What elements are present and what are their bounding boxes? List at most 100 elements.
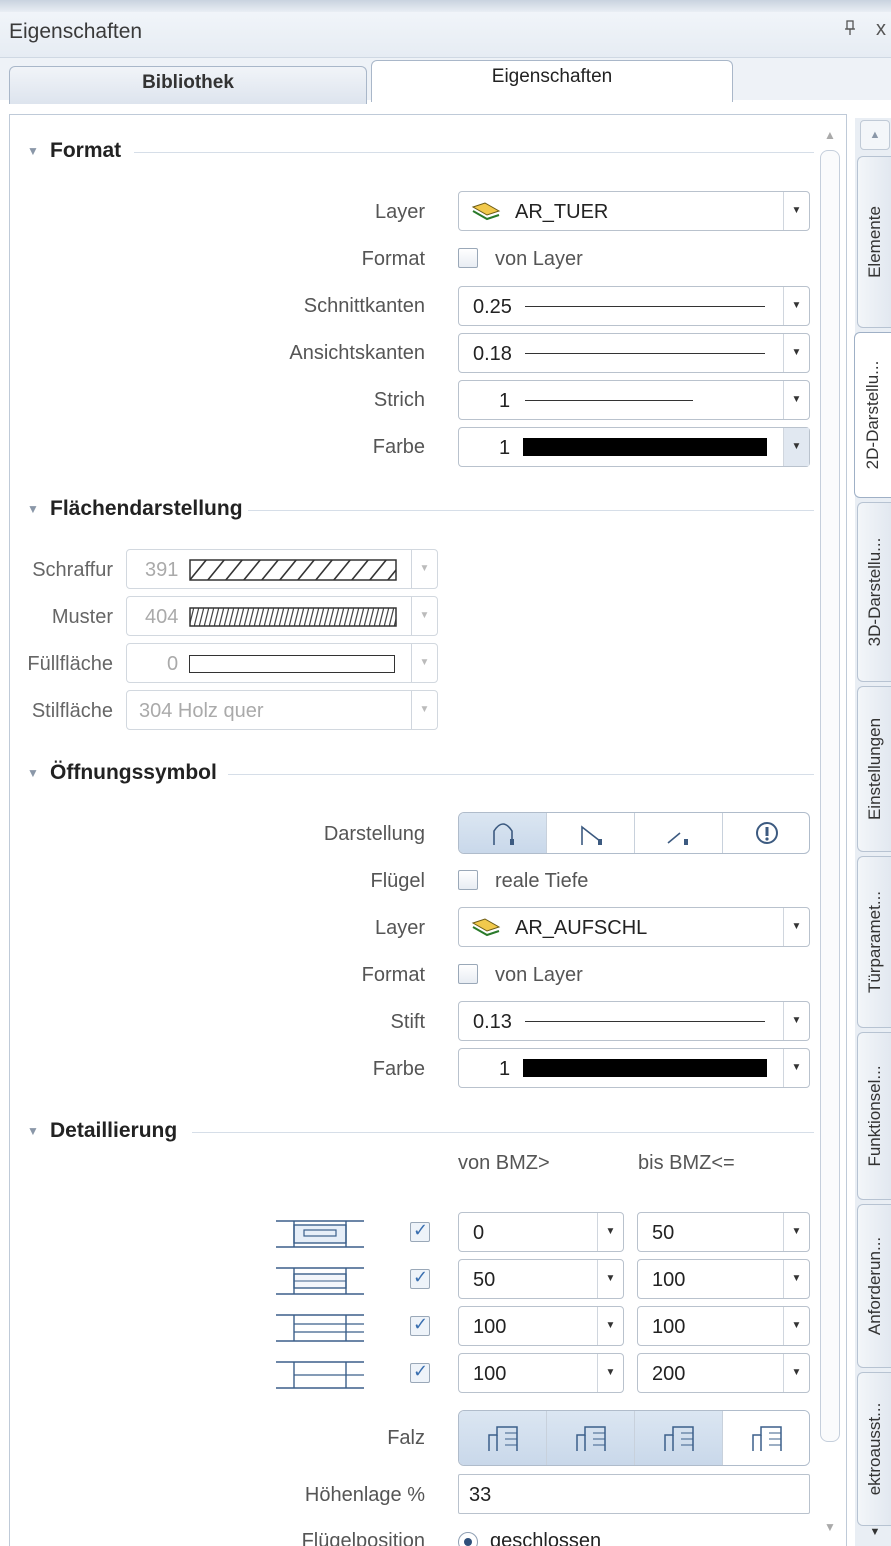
line-sample bbox=[525, 306, 765, 307]
side-tab-elektroausstattung[interactable]: ektroausst... bbox=[857, 1372, 891, 1526]
side-tab-2d-darstellung[interactable]: 2D-Darstellu... bbox=[854, 332, 891, 498]
reale-tiefe-checkbox[interactable] bbox=[458, 870, 478, 890]
dropdown-arrow-icon[interactable]: ▼ bbox=[411, 597, 437, 635]
dropdown-arrow-icon[interactable]: ▼ bbox=[783, 1002, 809, 1040]
hatch-sample bbox=[189, 559, 397, 581]
side-scroll-down-icon[interactable]: ▼ bbox=[860, 1526, 890, 1546]
detail-row-3-to[interactable]: 100 ▼ bbox=[637, 1306, 810, 1346]
collapse-arrow-icon[interactable]: ▼ bbox=[27, 502, 39, 516]
dropdown-arrow-icon[interactable]: ▼ bbox=[411, 691, 437, 729]
hoehenlage-input[interactable]: 33 bbox=[458, 1474, 810, 1514]
stilflaeche-select[interactable]: 304 Holz quer ▼ bbox=[126, 690, 438, 730]
fuellflaeche-select[interactable]: 0 ▼ bbox=[126, 643, 438, 683]
detail-level-4-icon bbox=[276, 1361, 364, 1389]
dropdown-arrow-icon[interactable]: ▼ bbox=[597, 1213, 623, 1251]
detail-to-value: 200 bbox=[652, 1363, 686, 1385]
side-scroll-up-icon[interactable]: ▲ bbox=[860, 120, 890, 150]
tab-eigenschaften[interactable]: Eigenschaften bbox=[371, 60, 733, 102]
detail-from-value: 50 bbox=[473, 1269, 496, 1291]
side-tab-einstellungen[interactable]: Einstellungen bbox=[857, 686, 891, 852]
dropdown-arrow-icon[interactable]: ▼ bbox=[783, 908, 809, 946]
dropdown-arrow-icon[interactable]: ▼ bbox=[783, 287, 809, 325]
side-tab-label: Funktionsel... bbox=[864, 1065, 884, 1167]
section-divider bbox=[192, 1132, 814, 1133]
collapse-arrow-icon[interactable]: ▼ bbox=[27, 1124, 39, 1138]
dropdown-arrow-icon[interactable]: ▼ bbox=[783, 1307, 809, 1345]
detail-level-1-icon bbox=[276, 1220, 364, 1248]
pattern-sample bbox=[189, 607, 397, 627]
fuellflaeche-value: 0 bbox=[167, 653, 179, 675]
door-arc-full-icon[interactable] bbox=[459, 813, 547, 853]
detail-row-4-to[interactable]: 200 ▼ bbox=[637, 1353, 810, 1393]
side-tab-label: 3D-Darstellu... bbox=[864, 537, 884, 647]
side-tab-funktionselemente[interactable]: Funktionsel... bbox=[857, 1032, 891, 1200]
detail-row-3-checkbox[interactable] bbox=[410, 1314, 430, 1336]
door-arc-half-icon[interactable] bbox=[547, 813, 635, 853]
stift-select[interactable]: 0.13 ▼ bbox=[458, 1001, 810, 1041]
dropdown-arrow-icon[interactable]: ▼ bbox=[783, 381, 809, 419]
collapse-arrow-icon[interactable]: ▼ bbox=[27, 144, 39, 158]
close-icon[interactable]: x bbox=[876, 18, 886, 41]
falz-option-1-icon[interactable] bbox=[459, 1411, 547, 1465]
pin-icon[interactable] bbox=[844, 20, 856, 41]
col-von-bmz: von BMZ> bbox=[458, 1152, 550, 1174]
dropdown-arrow-icon[interactable]: ▼ bbox=[783, 334, 809, 372]
dropdown-arrow-icon[interactable]: ▼ bbox=[411, 550, 437, 588]
dropdown-arrow-icon[interactable]: ▼ bbox=[411, 644, 437, 682]
schnittkanten-select[interactable]: 0.25 ▼ bbox=[458, 286, 810, 326]
scroll-down-icon[interactable]: ▼ bbox=[824, 1520, 836, 1534]
vertical-scrollbar[interactable] bbox=[820, 150, 840, 1442]
farbe-select[interactable]: 1 ▼ bbox=[458, 427, 810, 467]
detail-row-4-checkbox[interactable] bbox=[410, 1361, 430, 1383]
falz-option-3-icon[interactable] bbox=[635, 1411, 723, 1465]
tab-bibliothek[interactable]: Bibliothek bbox=[9, 66, 367, 104]
side-tab-label: Anforderun... bbox=[864, 1236, 884, 1336]
layer2-select[interactable]: AR_AUFSCHL ▼ bbox=[458, 907, 810, 947]
col-bis-bmz: bis BMZ<= bbox=[638, 1152, 735, 1174]
detail-from-value: 100 bbox=[473, 1316, 507, 1338]
detail-from-value: 100 bbox=[473, 1363, 507, 1385]
fluegelposition-radio[interactable] bbox=[458, 1532, 478, 1546]
detail-row-3-from[interactable]: 100 ▼ bbox=[458, 1306, 624, 1346]
falz-segmented[interactable] bbox=[458, 1410, 810, 1466]
schraffur-select[interactable]: 391 ▼ bbox=[126, 549, 438, 589]
format-von-layer-checkbox[interactable] bbox=[458, 248, 478, 268]
darstellung-label: Darstellung bbox=[323, 823, 425, 845]
dropdown-arrow-icon[interactable]: ▼ bbox=[783, 192, 809, 230]
door-swing-icon[interactable] bbox=[635, 813, 723, 853]
ansichtskanten-select[interactable]: 0.18 ▼ bbox=[458, 333, 810, 373]
dropdown-arrow-icon[interactable]: ▼ bbox=[597, 1260, 623, 1298]
detail-row-2-checkbox[interactable] bbox=[410, 1267, 430, 1289]
door-info-icon[interactable] bbox=[723, 813, 809, 853]
dropdown-arrow-icon[interactable]: ▼ bbox=[783, 1354, 809, 1392]
falz-option-2-icon[interactable] bbox=[547, 1411, 635, 1465]
section-title-detail: Detaillierung bbox=[50, 1119, 178, 1142]
detail-to-value: 50 bbox=[652, 1222, 675, 1244]
side-tab-3d-darstellung[interactable]: 3D-Darstellu... bbox=[857, 502, 891, 682]
detail-row-4-from[interactable]: 100 ▼ bbox=[458, 1353, 624, 1393]
farbe2-select[interactable]: 1 ▼ bbox=[458, 1048, 810, 1088]
muster-select[interactable]: 404 ▼ bbox=[126, 596, 438, 636]
detail-row-2-from[interactable]: 50 ▼ bbox=[458, 1259, 624, 1299]
darstellung-segmented[interactable] bbox=[458, 812, 810, 854]
ansichtskanten-value: 0.18 bbox=[473, 343, 512, 365]
side-tab-anforderungen[interactable]: Anforderun... bbox=[857, 1204, 891, 1368]
scroll-up-icon[interactable]: ▲ bbox=[824, 128, 836, 142]
detail-row-1-checkbox[interactable] bbox=[410, 1220, 430, 1242]
dropdown-arrow-icon[interactable]: ▼ bbox=[597, 1354, 623, 1392]
dropdown-arrow-icon[interactable]: ▼ bbox=[783, 428, 809, 466]
detail-row-2-to[interactable]: 100 ▼ bbox=[637, 1259, 810, 1299]
side-tab-elemente[interactable]: Elemente bbox=[857, 156, 891, 328]
falz-option-4-icon[interactable] bbox=[723, 1411, 809, 1465]
strich-select[interactable]: 1 ▼ bbox=[458, 380, 810, 420]
dropdown-arrow-icon[interactable]: ▼ bbox=[597, 1307, 623, 1345]
layer-select[interactable]: AR_TUER ▼ bbox=[458, 191, 810, 231]
dropdown-arrow-icon[interactable]: ▼ bbox=[783, 1260, 809, 1298]
collapse-arrow-icon[interactable]: ▼ bbox=[27, 766, 39, 780]
dropdown-arrow-icon[interactable]: ▼ bbox=[783, 1049, 809, 1087]
detail-row-1-to[interactable]: 50 ▼ bbox=[637, 1212, 810, 1252]
dropdown-arrow-icon[interactable]: ▼ bbox=[783, 1213, 809, 1251]
detail-row-1-from[interactable]: 0 ▼ bbox=[458, 1212, 624, 1252]
side-tab-tuerparameter[interactable]: Türparamet... bbox=[857, 856, 891, 1028]
format2-von-layer-checkbox[interactable] bbox=[458, 964, 478, 984]
